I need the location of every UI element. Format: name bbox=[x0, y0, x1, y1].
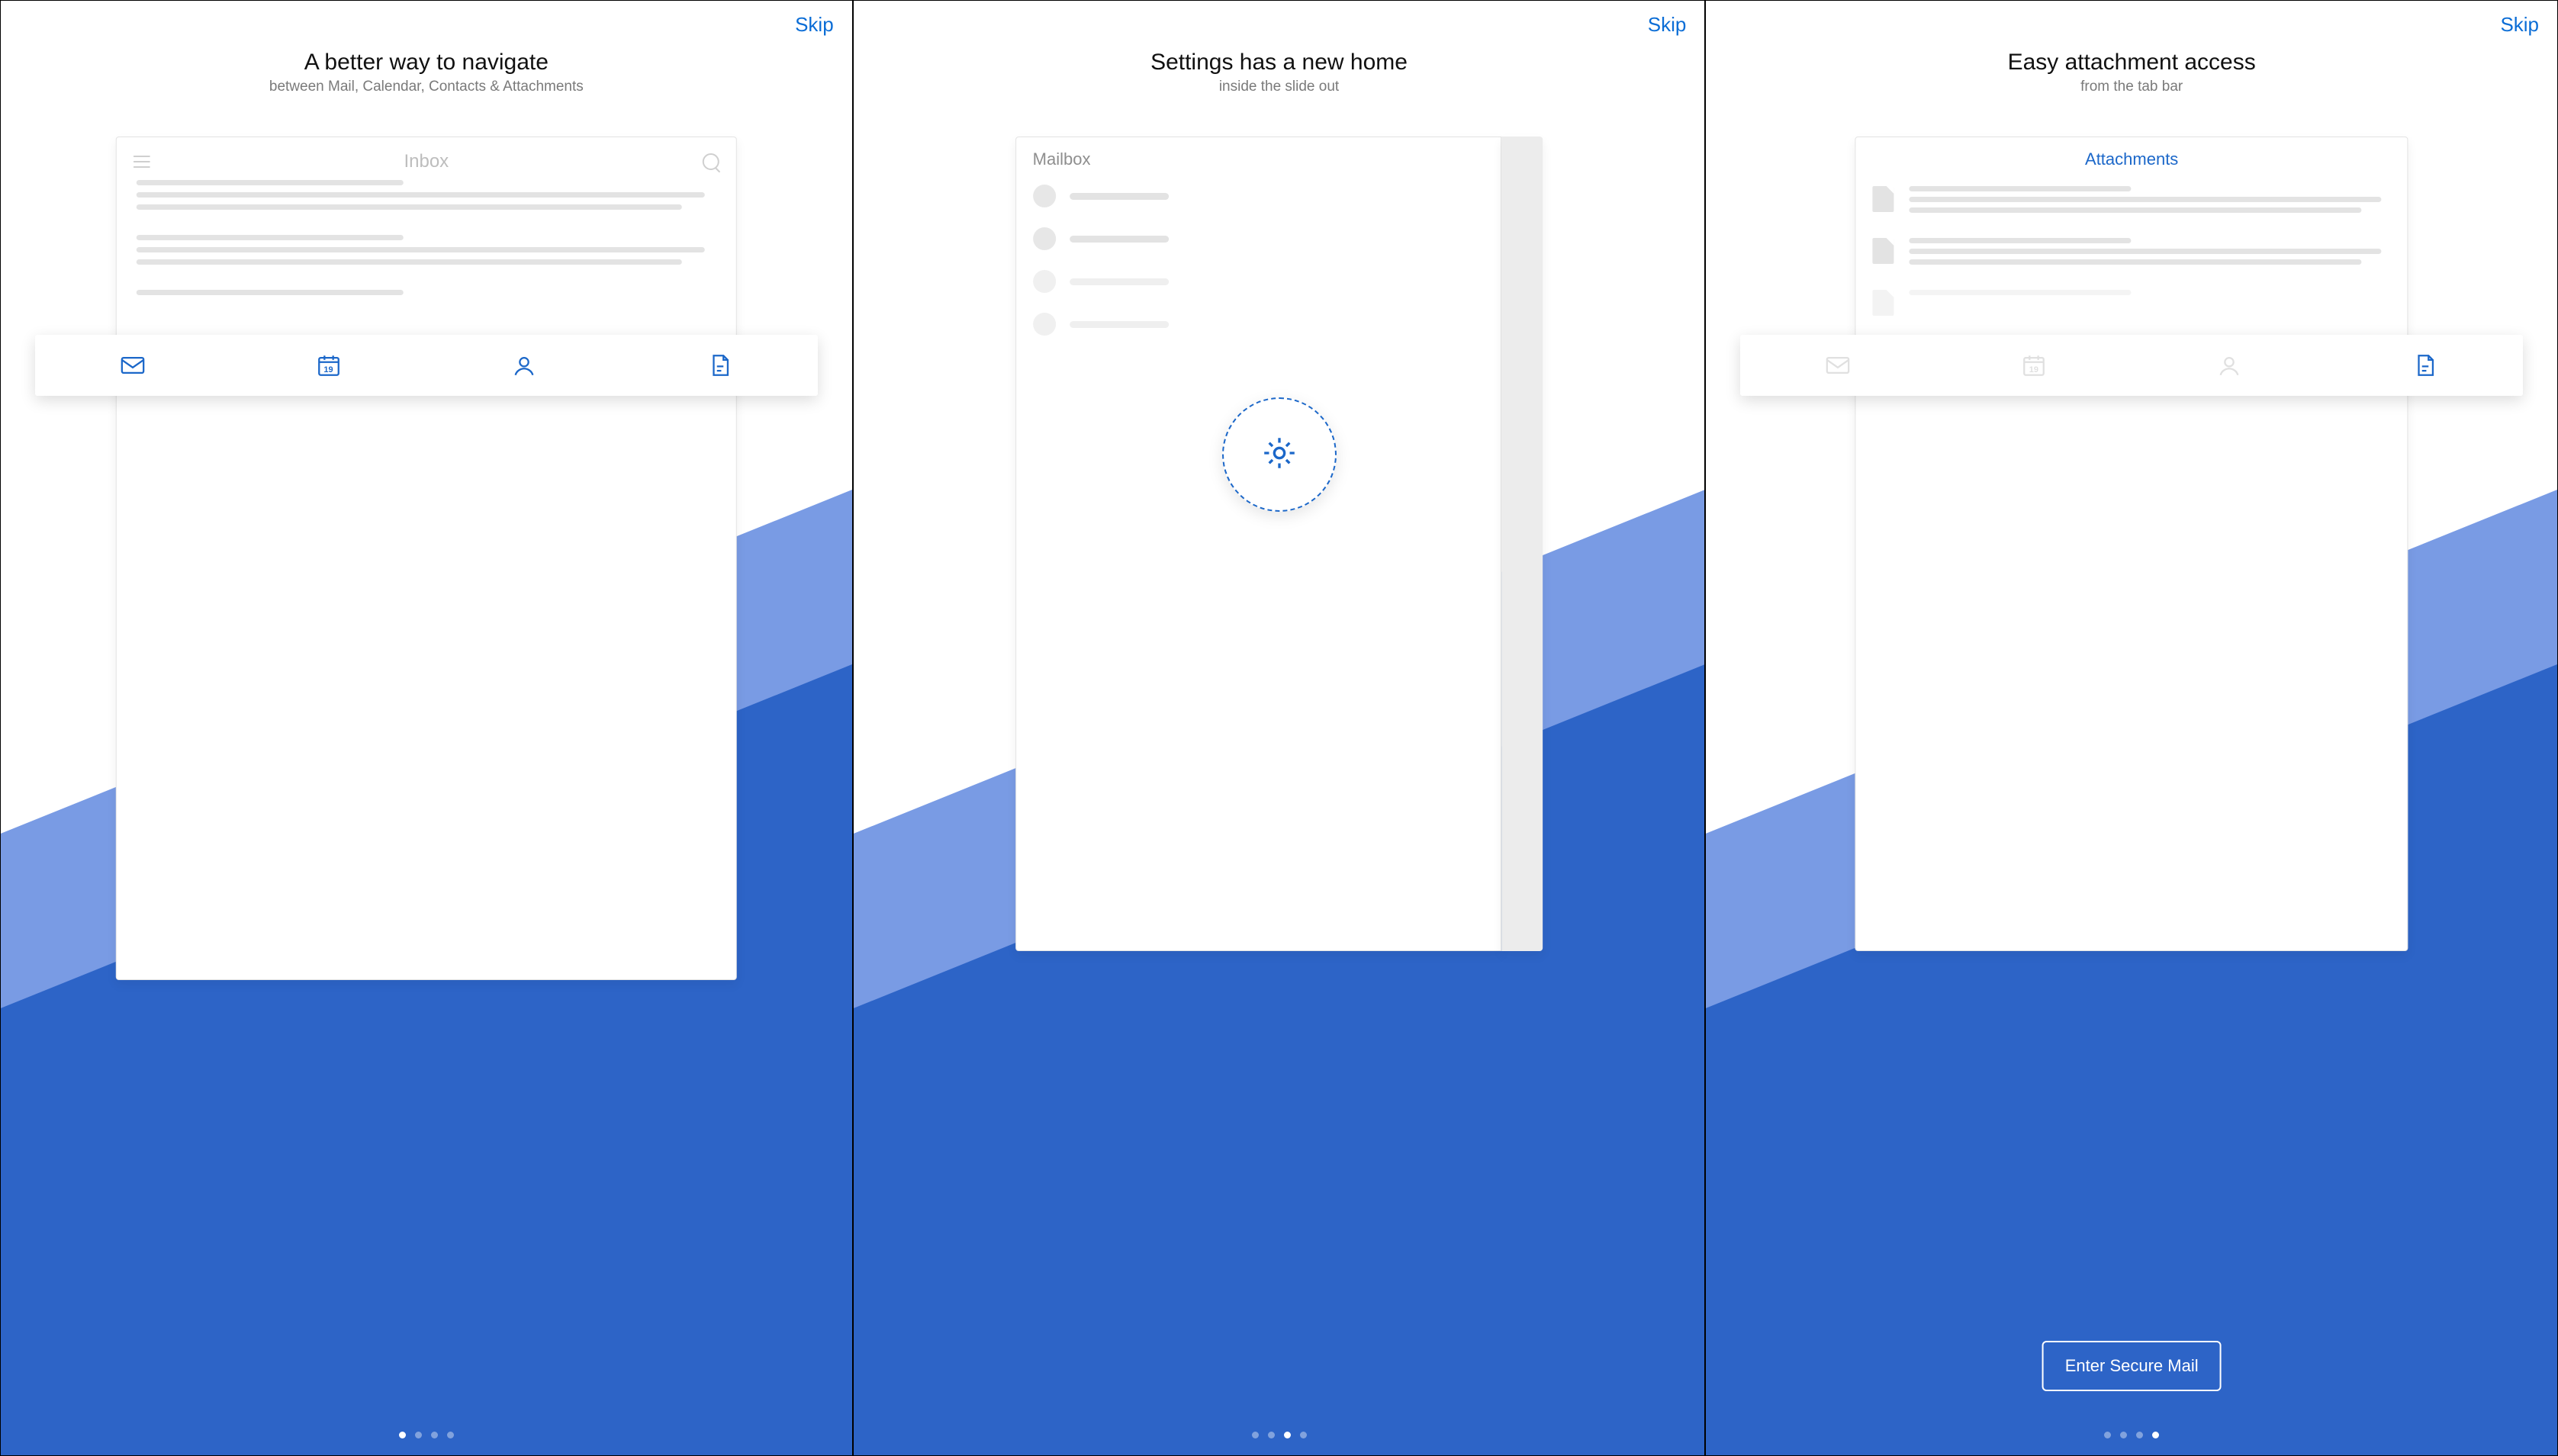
file-icon bbox=[1873, 186, 1894, 212]
mail-icon[interactable] bbox=[1825, 352, 1851, 378]
mock-title: Inbox bbox=[150, 151, 703, 172]
dot-3 bbox=[2136, 1432, 2143, 1438]
mock-title: Attachments bbox=[1873, 149, 2391, 169]
dot-4 bbox=[447, 1432, 454, 1438]
enter-secure-mail-button[interactable]: Enter Secure Mail bbox=[2042, 1341, 2222, 1391]
onboarding-subheading: inside the slide out bbox=[854, 79, 1705, 95]
contacts-icon[interactable] bbox=[511, 352, 537, 378]
mailbox-mock: Mailbox bbox=[1015, 137, 1543, 951]
dot-2 bbox=[2120, 1432, 2127, 1438]
onboarding-subheading: from the tab bar bbox=[1706, 79, 2557, 95]
calendar-icon[interactable]: 19 bbox=[316, 352, 342, 378]
dot-3 bbox=[431, 1432, 438, 1438]
onboarding-header: Easy attachment access from the tab bar bbox=[1706, 50, 2557, 95]
dot-4 bbox=[1300, 1432, 1307, 1438]
skip-button[interactable]: Skip bbox=[2500, 13, 2539, 37]
contacts-icon[interactable] bbox=[2216, 352, 2242, 378]
dot-1 bbox=[399, 1432, 406, 1438]
onboarding-screen-2: Skip Settings has a new home inside the … bbox=[853, 0, 1706, 1456]
attachments-icon[interactable] bbox=[707, 352, 733, 378]
attachments-icon[interactable] bbox=[2412, 352, 2438, 378]
page-dots bbox=[1, 1432, 852, 1438]
mock-title: Mailbox bbox=[1033, 149, 1485, 169]
hamburger-icon bbox=[134, 156, 150, 168]
tab-bar: 19 bbox=[35, 335, 818, 396]
page-dots bbox=[1706, 1432, 2557, 1438]
onboarding-header: Settings has a new home inside the slide… bbox=[854, 50, 1705, 95]
file-icon bbox=[1873, 290, 1894, 316]
gear-icon bbox=[1260, 434, 1298, 476]
page-dots bbox=[854, 1432, 1705, 1438]
file-icon bbox=[1873, 238, 1894, 264]
search-icon bbox=[703, 153, 719, 170]
attachments-mock: Attachments bbox=[1855, 137, 2408, 951]
settings-callout bbox=[1222, 397, 1337, 512]
calendar-day: 19 bbox=[316, 365, 342, 374]
dot-2 bbox=[415, 1432, 422, 1438]
onboarding-heading: Settings has a new home bbox=[854, 50, 1705, 76]
calendar-day: 19 bbox=[2021, 365, 2047, 374]
dot-1 bbox=[1252, 1432, 1259, 1438]
skip-button[interactable]: Skip bbox=[1648, 13, 1687, 37]
skip-button[interactable]: Skip bbox=[795, 13, 834, 37]
dot-1 bbox=[2104, 1432, 2111, 1438]
onboarding-screen-3: Skip Easy attachment access from the tab… bbox=[1705, 0, 2558, 1456]
dot-2 bbox=[1268, 1432, 1275, 1438]
onboarding-header: A better way to navigate between Mail, C… bbox=[1, 50, 852, 95]
mail-icon[interactable] bbox=[120, 352, 146, 378]
slideout-edge bbox=[1501, 137, 1543, 951]
onboarding-screen-1: Skip A better way to navigate between Ma… bbox=[0, 0, 853, 1456]
onboarding-heading: Easy attachment access bbox=[1706, 50, 2557, 76]
inbox-mock: Inbox bbox=[116, 137, 737, 980]
dot-4 bbox=[2152, 1432, 2159, 1438]
calendar-icon[interactable]: 19 bbox=[2021, 352, 2047, 378]
dot-3 bbox=[1284, 1432, 1291, 1438]
onboarding-subheading: between Mail, Calendar, Contacts & Attac… bbox=[1, 79, 852, 95]
onboarding-heading: A better way to navigate bbox=[1, 50, 852, 76]
tab-bar: 19 bbox=[1740, 335, 2523, 396]
